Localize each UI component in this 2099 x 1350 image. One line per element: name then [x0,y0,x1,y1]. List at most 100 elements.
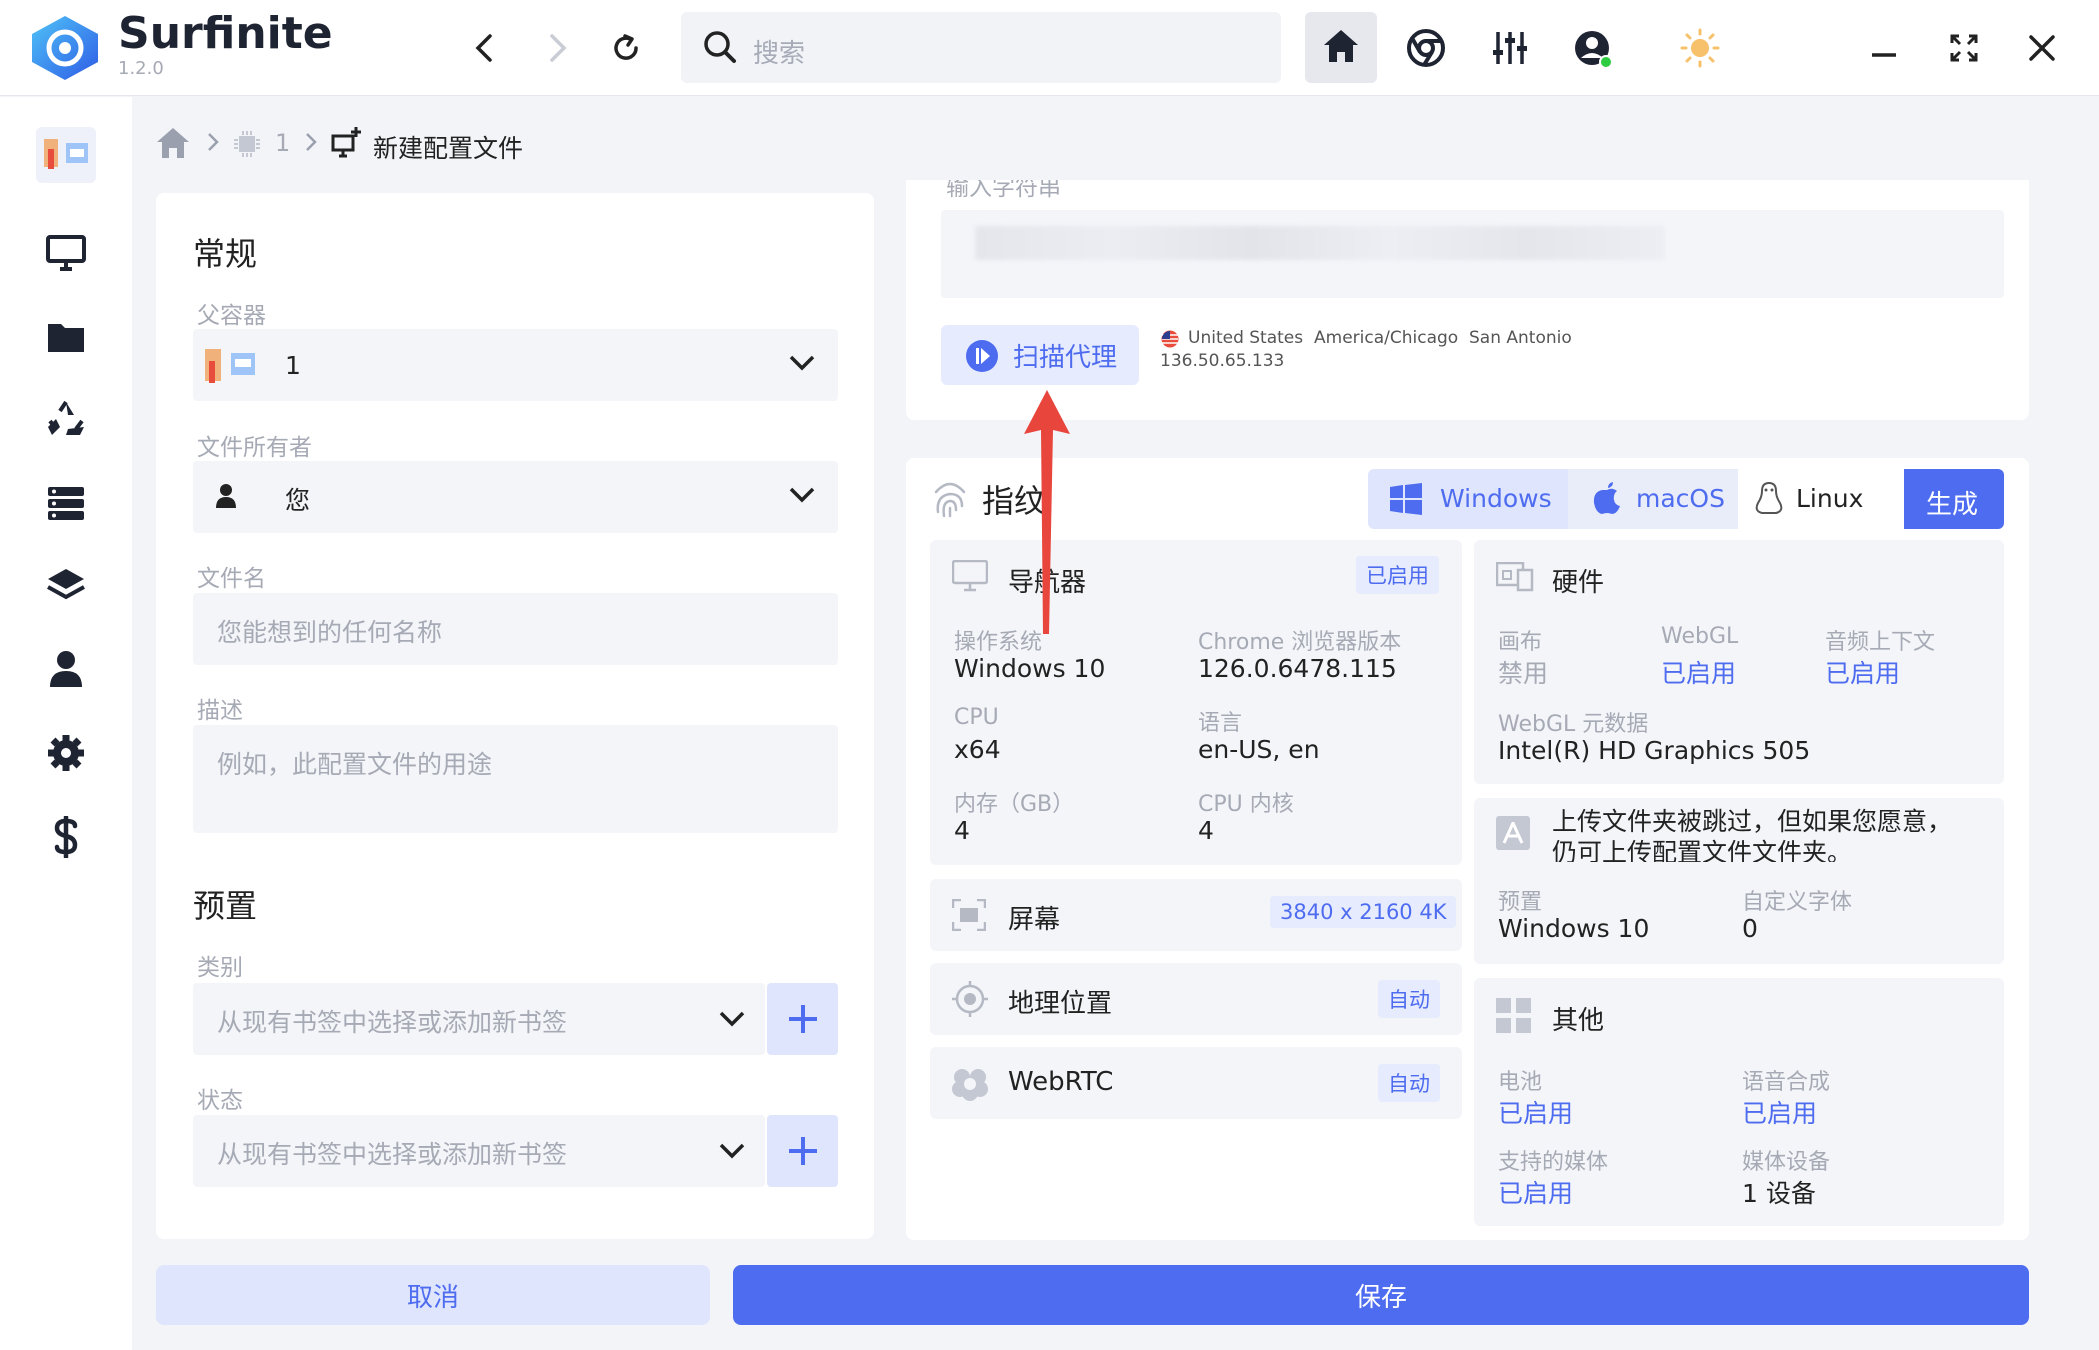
webgl-meta-value: Intel(R) HD Graphics 505 [1498,736,1811,765]
sidebar [0,97,132,1350]
description-input[interactable]: 例如，此配置文件的用途 [193,725,838,833]
servers-icon [46,485,86,521]
breadcrumb-level1[interactable]: 1 [275,129,290,157]
save-button[interactable]: 保存 [733,1265,2029,1325]
close-button[interactable] [2024,30,2060,66]
screen-icon [952,899,986,931]
status-label: 状态 [197,1088,243,1114]
fingerprint-icon [932,478,968,518]
chrome-key: Chrome 浏览器版本 [1198,630,1402,655]
screen-panel[interactable]: 屏幕 3840 x 2160 4K [930,879,1462,951]
category-select[interactable]: 从现有书签中选择或添加新书签 [193,983,765,1055]
linux-icon [1754,481,1784,517]
status-select[interactable]: 从现有书签中选择或添加新书签 [193,1115,765,1187]
proxy-timezone: America/Chicago [1314,328,1459,348]
parent-select[interactable]: 1 [193,329,838,401]
hardware-title: 硬件 [1552,568,1605,598]
os-tab-linux-label: Linux [1796,484,1864,513]
sliders-icon[interactable] [1488,26,1532,70]
grid-icon [1496,998,1532,1034]
search-bar[interactable]: 搜索 [681,12,1281,83]
parent-value: 1 [285,351,301,380]
sidebar-item-servers[interactable] [44,481,88,525]
sidebar-item-layers[interactable] [44,563,88,607]
generate-button[interactable]: 生成 [1904,469,2004,529]
home-button[interactable] [1305,12,1377,83]
status-placeholder: 从现有书签中选择或添加新书签 [217,1140,568,1169]
chevron-right-icon [207,132,219,152]
scan-proxy-button[interactable]: 扫描代理 [941,325,1139,385]
custom-fonts-value: 0 [1742,914,1758,943]
app-name: Surfinite [118,8,333,59]
other-panel: 其他 电池 已启用 语音合成 已启用 支持的媒体 已启用 媒体设备 1 设备 [1474,978,2004,1226]
canvas-key: 画布 [1498,630,1543,655]
os-value: Windows 10 [954,654,1106,683]
sidebar-item-settings[interactable] [44,731,88,775]
speech-key: 语音合成 [1742,1070,1831,1095]
webrtc-badge: 自动 [1378,1064,1440,1102]
sidebar-item-folder[interactable] [44,315,88,359]
hardware-panel: 硬件 画布 禁用 WebGL 已启用 音频上下文 已启用 WebGL 元数据 I… [1474,540,2004,784]
os-tab-macos[interactable]: macOS [1568,469,1738,529]
add-status-button[interactable] [767,1115,838,1187]
reload-button[interactable] [608,30,644,66]
filename-placeholder: 您能想到的任何名称 [217,618,443,647]
theme-sun-icon[interactable] [1678,26,1722,70]
breadcrumb-home-icon[interactable] [155,126,191,160]
screen-badge: 3840 x 2160 4K [1270,896,1457,928]
os-tab-macos-label: macOS [1636,484,1725,513]
sidebar-item-monitor[interactable] [44,231,88,275]
lang-key: 语言 [1198,711,1243,736]
geolocation-badge: 自动 [1378,980,1440,1018]
user-icon [215,483,237,509]
os-tab-linux[interactable]: Linux [1738,469,1902,529]
sidebar-item-billing[interactable] [44,815,88,859]
geolocation-title: 地理位置 [1008,989,1113,1019]
webrtc-panel[interactable]: WebRTC 自动 [930,1047,1462,1119]
os-tab-windows[interactable]: Windows [1368,469,1568,529]
font-preset-key: 预置 [1498,890,1543,915]
gear-icon [46,733,86,773]
app-version: 1.2.0 [118,58,164,79]
owner-select[interactable]: 您 [193,461,838,533]
container-avatar[interactable] [36,127,96,183]
fonts-panel: 上传文件夹被跳过，但如果您愿意， 仍可上传配置文件文件夹。 预置 Windows… [1474,798,2004,964]
general-title: 常规 [193,235,258,273]
filename-input[interactable]: 您能想到的任何名称 [193,593,838,665]
minimize-button[interactable] [1866,30,1902,66]
chevron-down-icon [789,487,815,503]
chrome-icon[interactable] [1404,26,1448,70]
font-preset-value: Windows 10 [1498,914,1650,943]
battery-key: 电池 [1498,1070,1543,1095]
back-button[interactable] [466,30,502,66]
media-value: 已启用 [1498,1179,1574,1208]
owner-value: 您 [285,486,311,515]
fonts-notice-line1: 上传文件夹被跳过，但如果您愿意， [1552,807,1953,836]
add-category-button[interactable] [767,983,838,1055]
sidebar-item-recycle[interactable] [44,397,88,441]
geolocation-panel[interactable]: 地理位置 自动 [930,963,1462,1035]
monitor-icon [952,560,988,592]
windows-icon [1390,483,1422,515]
proxy-string-input[interactable] [941,210,2004,298]
folder-icon [46,320,86,354]
search-placeholder: 搜索 [753,39,806,69]
chevron-down-icon [789,355,815,371]
navigator-panel: 导航器 已启用 操作系统 Windows 10 Chrome 浏览器版本 126… [930,540,1462,865]
os-tab-windows-label: Windows [1440,484,1552,513]
proxy-city: San Antonio [1469,328,1572,348]
battery-value: 已启用 [1498,1099,1574,1128]
screen-title: 屏幕 [1008,905,1061,935]
fonts-notice-line2: 仍可上传配置文件文件夹。 [1552,838,1853,862]
cancel-button[interactable]: 取消 [156,1265,710,1325]
sidebar-item-users[interactable] [44,647,88,691]
forward-button[interactable] [540,30,576,66]
scan-proxy-label: 扫描代理 [1013,343,1118,373]
play-icon [965,339,999,373]
generate-label: 生成 [1926,490,1979,520]
maximize-button[interactable] [1946,30,1982,66]
mem-value: 4 [954,816,970,845]
fonts-notice: 上传文件夹被跳过，但如果您愿意， 仍可上传配置文件文件夹。 [1552,806,1992,862]
us-flag-icon [1160,330,1180,348]
account-icon[interactable] [1570,26,1616,72]
